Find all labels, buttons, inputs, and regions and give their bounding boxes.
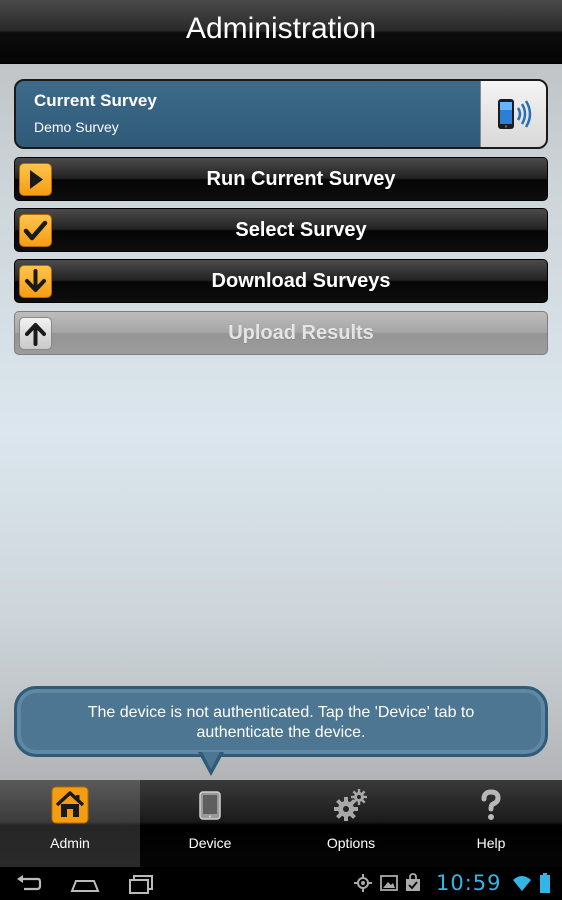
- shopping-bag-icon: [406, 873, 420, 891]
- select-survey-label: Select Survey: [235, 219, 367, 241]
- tab-admin-label: Admin: [50, 835, 90, 851]
- header-bar: Administration: [0, 0, 562, 64]
- home-icon: [51, 786, 89, 824]
- gears-icon: [332, 786, 370, 824]
- current-survey-title: Current Survey: [34, 91, 157, 110]
- notice-pointer: [198, 752, 224, 776]
- phone-sync-icon[interactable]: [480, 81, 546, 147]
- home-nav-icon[interactable]: [70, 873, 100, 895]
- play-icon: [19, 163, 52, 196]
- tab-help-label: Help: [476, 835, 506, 851]
- tab-options[interactable]: Options: [281, 780, 421, 867]
- status-clock: 10:59: [436, 871, 502, 895]
- tab-options-label: Options: [326, 835, 376, 851]
- arrow-up-icon: [19, 317, 52, 350]
- download-surveys-label: Download Surveys: [211, 270, 391, 292]
- authentication-notice-text: The device is not authenticated. Tap the…: [87, 704, 475, 741]
- tab-help[interactable]: Help: [421, 780, 561, 867]
- bottom-tab-bar: Admin Device Options Help: [0, 780, 562, 867]
- gps-icon: [354, 874, 372, 892]
- image-icon: [380, 875, 398, 891]
- select-survey-button[interactable]: Select Survey: [14, 208, 548, 252]
- run-current-survey-label: Run Current Survey: [206, 168, 396, 190]
- back-icon[interactable]: [14, 873, 42, 895]
- wifi-icon: [513, 876, 531, 891]
- question-icon: [472, 786, 510, 824]
- download-surveys-button[interactable]: Download Surveys: [14, 259, 548, 303]
- battery-icon: [540, 873, 550, 893]
- tablet-icon: [191, 786, 229, 824]
- upload-results-button[interactable]: Upload Results: [14, 311, 548, 355]
- tab-device[interactable]: Device: [140, 780, 280, 867]
- checkmark-icon: [19, 214, 52, 247]
- arrow-down-icon: [19, 265, 52, 298]
- run-current-survey-button[interactable]: Run Current Survey: [14, 157, 548, 201]
- system-navigation-bar: 10:59: [0, 867, 562, 900]
- current-survey-panel[interactable]: Current Survey Demo Survey: [14, 79, 548, 149]
- upload-results-label: Upload Results: [228, 322, 374, 344]
- current-survey-name: Demo Survey: [34, 119, 119, 135]
- recent-apps-icon[interactable]: [128, 873, 156, 895]
- tab-device-label: Device: [188, 835, 232, 851]
- page-title: Administration: [185, 12, 377, 45]
- authentication-notice: The device is not authenticated. Tap the…: [14, 686, 548, 757]
- tab-admin[interactable]: Admin: [0, 780, 140, 867]
